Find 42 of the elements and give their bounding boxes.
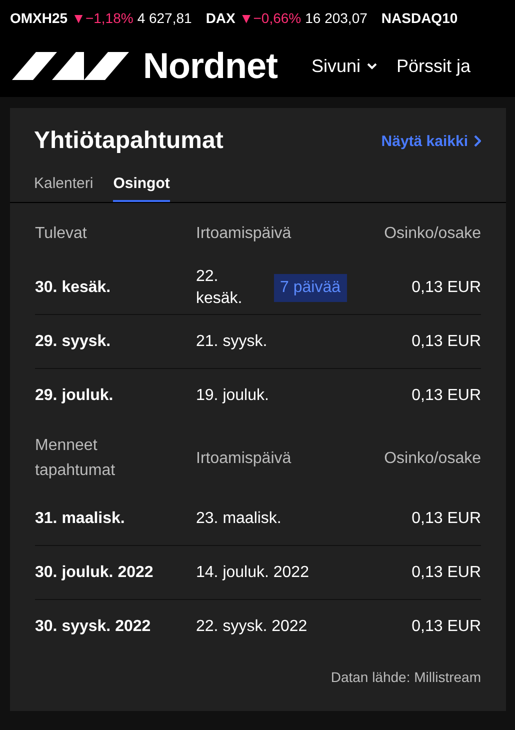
- table-cell-text: 0,13 EUR: [412, 278, 481, 298]
- table-cell-text: 31. maalisk.: [35, 508, 126, 528]
- show-all-link[interactable]: Näytä kaikki: [381, 132, 481, 150]
- tab[interactable]: Osingot: [113, 175, 170, 202]
- nav-item[interactable]: Sivuni: [312, 56, 377, 76]
- table-cell-text: 29. jouluk.: [35, 386, 114, 406]
- column-header: Osinko/osake: [384, 448, 481, 468]
- tab[interactable]: Kalenteri: [34, 175, 94, 202]
- table-cell-text: 30. kesäk.: [35, 278, 112, 298]
- table-cell-text: 19. jouluk.: [196, 386, 269, 406]
- logo-icon[interactable]: [12, 52, 129, 80]
- table-cell-text: 0,13 EUR: [412, 562, 481, 582]
- index-change: ▼−0,66%: [239, 10, 302, 26]
- chevron-right-icon: [473, 135, 481, 147]
- column-header: Menneet tapahtumat: [35, 436, 116, 481]
- index-name[interactable]: OMXH25: [10, 10, 68, 26]
- index-name[interactable]: DAX: [206, 10, 236, 26]
- nav-item[interactable]: Pörssit ja: [396, 56, 471, 76]
- index-value: 16 203,07: [305, 10, 368, 26]
- column-header: Irtoamispäivä: [196, 224, 292, 244]
- table-cell-text: 0,13 EUR: [412, 508, 481, 528]
- brand-name[interactable]: Nordnet: [143, 45, 278, 87]
- table-cell-text: 0,13 EUR: [412, 332, 481, 352]
- index-change: ▼−1,18%: [72, 10, 134, 26]
- table-cell-text: 23. maalisk.: [196, 508, 282, 528]
- column-header: Osinko/osake: [384, 224, 481, 244]
- table-cell-text: 0,13 EUR: [412, 616, 481, 636]
- table-cell-text: 14. jouluk. 2022: [196, 562, 309, 582]
- table-cell-text: 30. syysk. 2022: [35, 616, 152, 636]
- days-badge: 7 päivää: [274, 274, 346, 302]
- source-note: Datan lähde: Millistream: [330, 668, 482, 685]
- index-value: 4 627,81: [137, 10, 192, 26]
- table-cell-text: 29. syysk.: [35, 332, 112, 352]
- index-name[interactable]: NASDAQ10: [381, 10, 458, 26]
- table-cell-text: 22. kesäk.: [196, 266, 244, 308]
- table-cell-text: 21. syysk.: [196, 332, 268, 352]
- column-header: Tulevat: [35, 224, 88, 244]
- table-cell-text: 22. syysk. 2022: [196, 616, 308, 636]
- column-header: Irtoamispäivä: [196, 448, 292, 468]
- table-cell-text: 30. jouluk. 2022: [35, 562, 154, 582]
- table-cell-text: 0,13 EUR: [412, 386, 481, 406]
- card-title: Yhtiötapahtumat: [34, 127, 224, 155]
